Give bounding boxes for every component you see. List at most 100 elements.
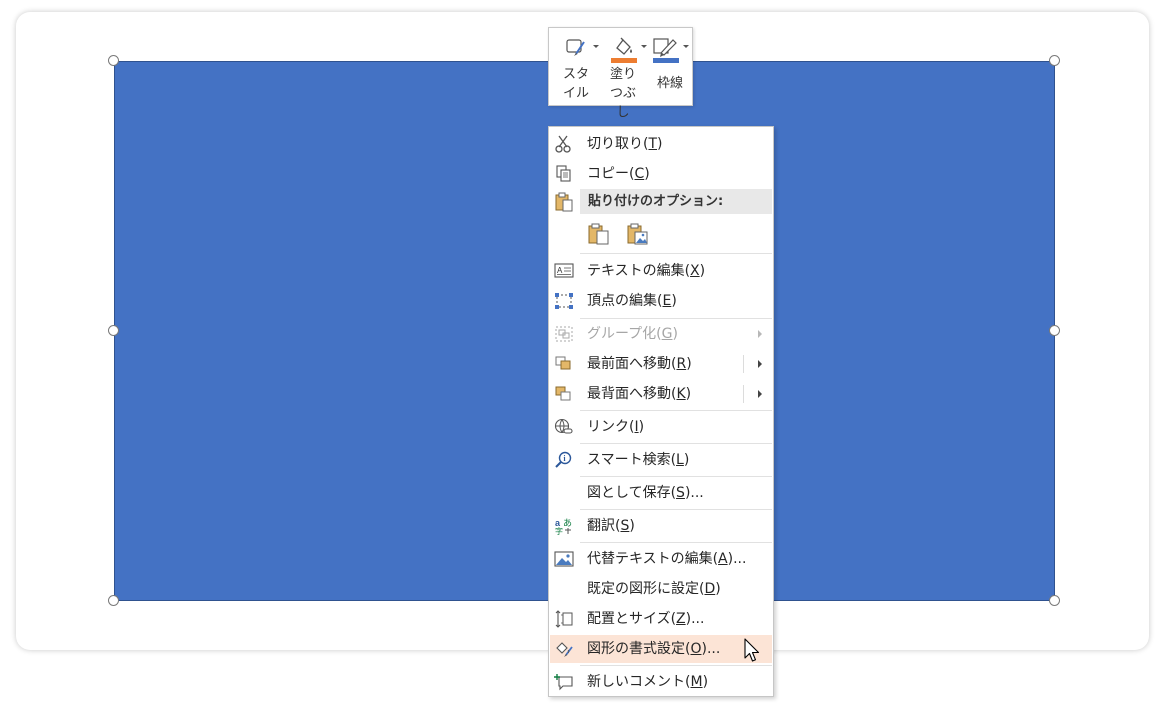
send-to-back-accesskey: K xyxy=(676,386,686,402)
menu-item-link[interactable]: リンク(I) xyxy=(550,413,772,441)
cut-label: 切り取り( xyxy=(587,136,649,152)
context-menu: 切り取り(T) コピー(C) 貼り付けのオプション: A テキストの編集(X) … xyxy=(548,126,774,697)
resize-handle-left[interactable] xyxy=(108,325,119,336)
edit-points-accesskey: E xyxy=(662,293,672,309)
edit-points-icon xyxy=(554,292,574,310)
bring-to-front-label: 最前面へ移動( xyxy=(587,356,677,372)
svg-text:字: 字 xyxy=(555,526,563,535)
copy-accesskey: C xyxy=(634,166,645,182)
send-to-back-icon xyxy=(554,385,574,403)
resize-handle-top-right[interactable] xyxy=(1049,55,1060,66)
size-position-label-end: )... xyxy=(685,611,705,627)
menu-item-group: グループ化(G) xyxy=(550,320,772,348)
size-position-icon xyxy=(554,610,574,628)
group-label: グループ化( xyxy=(587,326,662,342)
outline-label: 枠線 xyxy=(656,76,683,91)
submenu-arrow-icon[interactable] xyxy=(758,360,762,368)
svg-text:あ: あ xyxy=(563,518,572,529)
link-label: リンク( xyxy=(587,419,635,435)
edit-points-label-end: ) xyxy=(671,293,677,309)
group-icon xyxy=(554,325,574,343)
translate-icon: a あ 字 xyxy=(554,517,574,536)
submenu-divider xyxy=(743,385,744,403)
paste-option-keep-source[interactable] xyxy=(587,222,611,246)
menu-item-edit-alt-text[interactable]: 代替テキストの編集(A)... xyxy=(550,545,772,573)
new-comment-label: 新しいコメント( xyxy=(587,674,691,690)
fill-button[interactable]: 塗りつぶし xyxy=(601,28,647,120)
group-label-end: ) xyxy=(672,326,678,342)
menu-item-cut[interactable]: 切り取り(T) xyxy=(550,130,772,158)
send-to-back-label-end: ) xyxy=(685,386,692,402)
submenu-arrow-icon xyxy=(758,330,762,338)
menu-separator xyxy=(580,318,772,319)
menu-item-edit-text[interactable]: A テキストの編集(X) xyxy=(550,257,772,285)
menu-item-translate[interactable]: a あ 字 翻訳(S) xyxy=(550,512,772,540)
menu-item-size-position[interactable]: 配置とサイズ(Z)... xyxy=(550,605,772,633)
submenu-arrow-icon[interactable] xyxy=(758,390,762,398)
translate-label-end: ) xyxy=(629,518,635,534)
smart-lookup-accesskey: L xyxy=(676,452,684,468)
paste-options-label: 貼り付けのオプション: xyxy=(588,194,724,209)
save-as-picture-label: 図として保存( xyxy=(587,485,677,501)
mini-toolbar: スタイル 塗りつぶし 枠線 xyxy=(548,27,693,120)
menu-item-smart-lookup[interactable]: i スマート検索(L) xyxy=(550,446,772,474)
cut-label-end: ) xyxy=(657,136,663,152)
menu-separator xyxy=(580,509,772,510)
cut-accesskey: T xyxy=(648,136,658,152)
svg-text:A: A xyxy=(557,266,563,275)
style-button[interactable]: スタイル xyxy=(553,28,599,106)
alt-text-picture-icon xyxy=(554,550,574,568)
new-comment-accesskey: M xyxy=(690,674,703,690)
menu-item-bring-to-front[interactable]: 最前面へ移動(R) xyxy=(550,350,772,378)
menu-item-copy[interactable]: コピー(C) xyxy=(550,160,772,188)
outline-button[interactable]: 枠線 xyxy=(647,28,693,106)
format-shape-label: 図形の書式設定( xyxy=(587,641,691,657)
fill-label: 塗りつぶし xyxy=(609,67,636,120)
edit-alt-text-label-end: )... xyxy=(727,551,747,567)
edit-alt-text-accesskey: A xyxy=(718,551,728,567)
resize-handle-right[interactable] xyxy=(1049,325,1060,336)
bring-to-front-accesskey: R xyxy=(676,356,687,372)
edit-text-label: テキストの編集( xyxy=(587,263,691,279)
link-globe-icon xyxy=(554,418,574,436)
mouse-cursor-icon xyxy=(744,638,762,668)
scissors-icon xyxy=(554,135,574,153)
menu-item-new-comment[interactable]: 新しいコメント(M) xyxy=(550,668,772,696)
paste-options-header: 貼り付けのオプション: xyxy=(550,189,772,214)
menu-item-send-to-back[interactable]: 最背面へ移動(K) xyxy=(550,380,772,408)
new-comment-label-end: ) xyxy=(702,674,709,690)
format-shape-label-end: )... xyxy=(701,641,721,657)
paste-picture-icon xyxy=(627,223,648,245)
menu-separator xyxy=(580,542,772,543)
save-as-picture-accesskey: S xyxy=(676,485,685,501)
pen-outline-icon xyxy=(651,36,681,70)
new-comment-icon xyxy=(554,673,574,691)
menu-item-set-default-shape[interactable]: 既定の図形に設定(D) xyxy=(550,575,772,603)
size-position-label: 配置とサイズ( xyxy=(587,611,677,627)
clipboard-icon xyxy=(554,192,574,216)
paste-option-picture[interactable] xyxy=(626,222,650,246)
shape-style-icon xyxy=(565,36,587,64)
menu-separator xyxy=(580,476,772,477)
style-label: スタイル xyxy=(562,67,589,101)
submenu-divider xyxy=(743,355,744,373)
send-to-back-label: 最背面へ移動( xyxy=(587,386,677,402)
smart-lookup-label-end: ) xyxy=(683,452,690,468)
format-shape-icon xyxy=(554,640,574,658)
resize-handle-top-left[interactable] xyxy=(108,55,119,66)
resize-handle-bottom-left[interactable] xyxy=(108,595,119,606)
menu-item-edit-points[interactable]: 頂点の編集(E) xyxy=(550,287,772,315)
copy-icon xyxy=(554,165,574,183)
smart-lookup-icon: i xyxy=(554,451,574,469)
set-default-shape-label: 既定の図形に設定( xyxy=(587,581,705,597)
set-default-shape-accesskey: D xyxy=(704,581,716,597)
group-accesskey: G xyxy=(661,326,673,342)
edit-text-label-end: ) xyxy=(699,263,706,279)
menu-item-save-as-picture[interactable]: 図として保存(S)... xyxy=(550,479,772,507)
menu-item-format-shape[interactable]: 図形の書式設定(O)... xyxy=(550,635,772,663)
size-position-accesskey: Z xyxy=(676,611,686,627)
menu-separator xyxy=(580,443,772,444)
link-label-end: ) xyxy=(638,419,645,435)
copy-label-end: ) xyxy=(644,166,650,182)
resize-handle-bottom-right[interactable] xyxy=(1049,595,1060,606)
